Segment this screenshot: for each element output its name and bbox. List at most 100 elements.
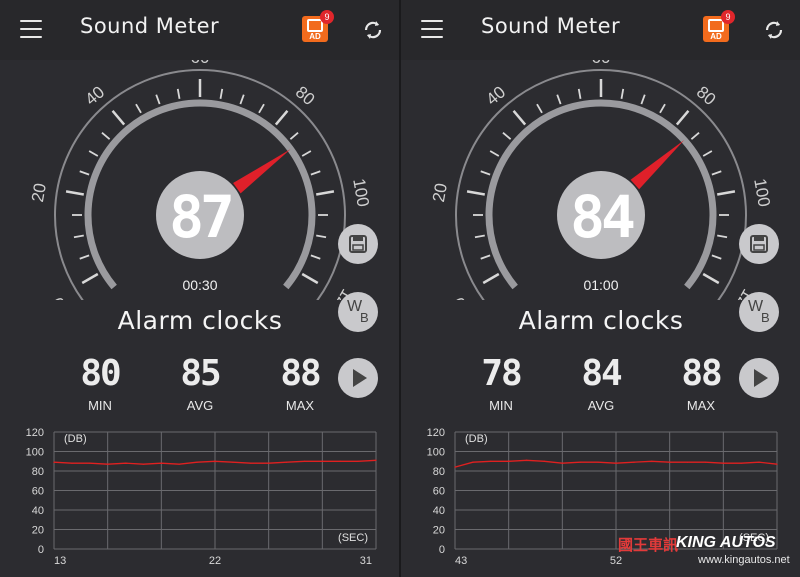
db-history-chart: 120 100 80 60 40 20 0 (DB) (SEC) 13 22 31: [26, 427, 377, 567]
gauge-tick: [289, 132, 299, 140]
gauge-tick: [620, 88, 625, 99]
save-icon: [349, 235, 367, 253]
y-tick-label: 80: [433, 466, 445, 478]
db-data-point: [508, 460, 510, 462]
avg-stat: 85 AVG: [160, 353, 240, 414]
gauge-tick: [577, 88, 582, 99]
app-bar: Sound Meter AD 9: [0, 0, 399, 60]
refresh-icon[interactable]: [361, 18, 385, 42]
gauge-tick: [717, 234, 728, 239]
gauge-needle: [630, 140, 685, 190]
db-data-point: [321, 460, 323, 462]
watermark-chinese: 國王車訊: [618, 536, 679, 554]
weighting-button[interactable]: WB: [739, 292, 779, 332]
min-value: 80: [80, 353, 121, 394]
db-data-point: [357, 460, 359, 462]
app-title: Sound Meter: [80, 14, 220, 38]
min-value: 78: [481, 353, 522, 394]
max-stat: 88 MAX: [661, 354, 741, 414]
gauge-tick: [310, 170, 321, 176]
notification-badge: 9: [320, 10, 334, 24]
gauge-tick: [316, 234, 327, 239]
max-value: 88: [280, 353, 321, 394]
gauge-tick: [65, 190, 85, 196]
db-data-point: [740, 462, 742, 464]
avg-label: AVG: [186, 398, 214, 413]
gauge-tick: [489, 150, 500, 157]
gauge-tick: [219, 88, 224, 99]
y-tick-label: 100: [26, 447, 44, 459]
gauge-tick: [702, 272, 720, 285]
min-stat: 80 MIN: [60, 353, 140, 414]
x-tick-label: 22: [209, 555, 221, 567]
gauge-tick: [640, 94, 646, 105]
sound-gauge: 02040608010012087: [28, 60, 373, 300]
app-title: Sound Meter: [481, 14, 621, 38]
db-data-point: [142, 463, 145, 465]
gauge-tick-label: 100: [750, 177, 774, 208]
db-data-point: [758, 461, 760, 463]
watermark-url: www.kingautos.net: [698, 554, 790, 566]
db-data-point: [107, 463, 109, 465]
gauge-tick: [301, 150, 312, 157]
db-data-point: [704, 461, 707, 463]
save-button[interactable]: [739, 224, 779, 264]
y-tick-label: 60: [433, 486, 445, 498]
gauge-tick: [176, 88, 181, 99]
db-data-point: [53, 461, 55, 463]
hamburger-menu-icon[interactable]: [421, 20, 443, 38]
current-db-readout: 84: [570, 183, 634, 251]
gauge-tick-label: 0: [449, 294, 470, 300]
watermark-logo: 國王車訊 KING AUTOS www.kingautos.net: [606, 532, 792, 572]
y-tick-label: 120: [26, 427, 44, 439]
db-data-point: [722, 462, 724, 464]
hamburger-menu-icon[interactable]: [20, 20, 42, 38]
sound-gauge: 02040608010012084: [429, 60, 774, 300]
play-button[interactable]: [739, 358, 779, 398]
db-data-point: [303, 460, 306, 462]
avg-label: AVG: [587, 398, 615, 413]
gauge-tick: [702, 150, 713, 157]
gauge-tick-label: 0: [48, 294, 69, 300]
gauge-tick: [480, 170, 491, 176]
gauge-tick: [258, 103, 265, 114]
gauge-tick: [79, 254, 90, 260]
gauge-tick: [482, 272, 500, 285]
screen-right: Sound Meter AD 9 0 20 40 60 80 100 120 84 01:00…: [401, 0, 800, 577]
db-data-point: [196, 461, 198, 463]
y-tick-label: 0: [38, 544, 44, 556]
gauge-needle: [233, 149, 291, 194]
save-button[interactable]: [338, 224, 378, 264]
db-data-point: [375, 459, 377, 461]
min-stat: 78 MIN: [461, 353, 541, 414]
db-data-point: [543, 460, 546, 462]
gauge-tick-label: 20: [28, 182, 50, 204]
gauge-tick-label: 100: [349, 177, 373, 208]
db-data-point: [561, 462, 563, 464]
min-label: MIN: [489, 398, 513, 413]
db-data-point: [579, 461, 581, 463]
max-stat: 88 MAX: [260, 353, 340, 414]
x-tick-label: 43: [455, 555, 467, 567]
gauge-tick: [73, 234, 84, 239]
min-label: MIN: [88, 398, 112, 413]
gauge-tick: [556, 94, 562, 105]
avg-value: 85: [180, 353, 221, 394]
db-data-point: [250, 462, 252, 464]
gauge-tick: [675, 110, 690, 126]
db-data-point: [525, 459, 528, 461]
y-axis-label: (DB): [465, 433, 488, 445]
current-db-readout: 87: [169, 183, 231, 251]
weighting-button[interactable]: WB: [338, 292, 378, 332]
noise-category: Alarm clocks: [117, 306, 283, 335]
refresh-icon[interactable]: [762, 18, 786, 42]
gauge-tick: [659, 103, 666, 114]
play-button[interactable]: [338, 358, 378, 398]
db-data-point: [686, 461, 689, 463]
y-tick-label: 20: [433, 525, 445, 537]
play-icon: [754, 369, 768, 387]
gauge-tick: [480, 254, 491, 260]
db-data-point: [232, 461, 234, 463]
y-tick-label: 40: [32, 505, 44, 517]
db-data-point: [285, 461, 288, 463]
